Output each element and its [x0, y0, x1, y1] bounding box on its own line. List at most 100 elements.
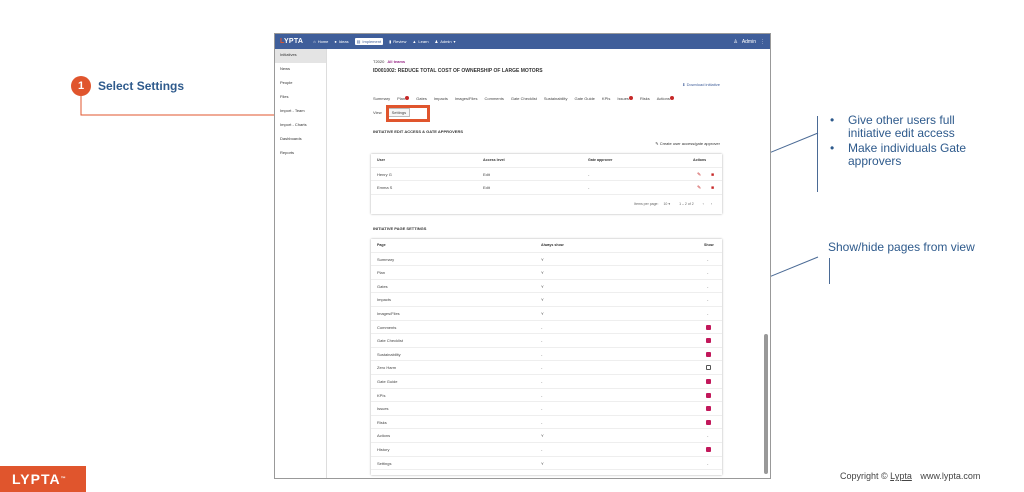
app-logo: LYPTA	[280, 38, 304, 45]
paginator: Items per page: 10 ▾ 1 – 2 of 2 ‹ ›	[634, 202, 712, 206]
table-row: Impacts Y -	[371, 293, 722, 307]
prev-page-icon[interactable]: ‹	[703, 202, 704, 206]
tab-sustainability[interactable]: Sustainability	[544, 96, 568, 101]
table-row: Sustainability -	[371, 348, 722, 362]
show-checkbox[interactable]	[706, 392, 711, 398]
sidebar-item-files[interactable]: Files	[275, 91, 326, 105]
show-checkbox[interactable]	[706, 338, 711, 344]
company-link[interactable]: Lypta	[890, 471, 912, 481]
cell-access: Edit	[483, 171, 490, 177]
cell-page: Risks	[377, 419, 387, 425]
sidebar-item-reports[interactable]: Reports	[275, 147, 326, 161]
page-size-select[interactable]: 10	[663, 202, 667, 206]
tab-issues[interactable]: Issues	[617, 96, 633, 101]
show-checkbox[interactable]	[706, 419, 711, 425]
tab-gate-guide[interactable]: Gate Guide	[574, 96, 594, 101]
cell-always-show: Y	[541, 460, 544, 466]
table-row: Plan Y -	[371, 266, 722, 280]
cell-page: Issues	[377, 406, 389, 412]
show-checkbox[interactable]	[706, 446, 711, 452]
table-row: Henry G Edit - ✎ ■	[371, 168, 722, 182]
settings-highlight-box	[386, 105, 430, 122]
cell-page: Summary	[377, 256, 395, 262]
trademark: ™	[60, 476, 67, 482]
more-vert-icon[interactable]: ⋮	[760, 39, 765, 45]
cell-always-show: -	[541, 406, 543, 412]
cell-page: Gate Guide	[377, 378, 398, 384]
footer-logo-text: LYPTA	[12, 471, 61, 487]
show-checkbox[interactable]	[706, 365, 711, 371]
col-user: User	[377, 158, 385, 162]
sidebar-item-people[interactable]: People	[275, 77, 326, 91]
nav-learn[interactable]: ▲ Learn	[412, 39, 428, 44]
nav-home[interactable]: ⌂ Home	[313, 39, 328, 44]
tab-images-files[interactable]: Images/Files	[455, 96, 478, 101]
edit-icon[interactable]: ✎	[697, 172, 701, 178]
people-icon: ♟	[434, 39, 439, 44]
show-checkbox[interactable]	[706, 406, 711, 412]
table-header: User Access level Gate approver Actions	[371, 154, 722, 168]
tab-gate-checklist[interactable]: Gate Checklist	[511, 96, 537, 101]
create-access-link[interactable]: ✎ Create user access/gate approver	[655, 141, 720, 146]
delete-icon[interactable]: ■	[711, 172, 714, 178]
cell-always-show: -	[541, 338, 543, 344]
top-navigation-bar: LYPTA ⌂ Home ● Ideas ▤ Implement ▮ Review ▲ L…	[275, 34, 770, 49]
website-link[interactable]: www.lypta.com	[920, 471, 980, 481]
initiative-tabs: Summary Plan Gates Impacts Images/Files …	[373, 96, 674, 101]
bracket-line	[817, 116, 818, 192]
cell-access: Edit	[483, 185, 490, 191]
sidebar-item-initiatives[interactable]: Initiatives	[275, 49, 326, 63]
access-table: User Access level Gate approver Actions …	[371, 154, 722, 214]
sidebar-item-news[interactable]: News	[275, 63, 326, 77]
table-row: Settings Y -	[371, 457, 722, 471]
show-checkbox[interactable]	[706, 378, 711, 384]
table-row: KPIs -	[371, 389, 722, 403]
lightbulb-icon: ●	[334, 39, 337, 44]
tab-risks[interactable]: Risks	[640, 96, 650, 101]
user-name: Admin	[741, 38, 756, 45]
sidebar-item-dashboards[interactable]: Dashboards	[275, 133, 326, 147]
next-page-icon[interactable]: ›	[711, 202, 712, 206]
cell-page: Gates	[377, 283, 388, 289]
nav-ideas[interactable]: ● Ideas	[334, 39, 348, 44]
nav-review[interactable]: ▮ Review	[389, 39, 406, 44]
subtab-view[interactable]: View	[373, 110, 382, 117]
tab-actions[interactable]: Actions	[657, 96, 674, 101]
tab-impacts[interactable]: Impacts	[434, 96, 448, 101]
cell-show: -	[707, 283, 709, 289]
step-label: Select Settings	[98, 79, 185, 93]
cell-approver: -	[588, 185, 590, 191]
table-row: Comments -	[371, 321, 722, 335]
col-actions: Actions	[693, 158, 707, 162]
nav-label: Implement	[362, 39, 382, 44]
edit-icon[interactable]: ✎	[697, 185, 701, 191]
show-checkbox[interactable]	[706, 324, 711, 330]
cell-always-show: -	[541, 392, 543, 398]
cell-page: Plan	[377, 270, 386, 276]
nav-admin[interactable]: ♟ Admin ▾	[435, 39, 456, 44]
tab-kpis[interactable]: KPIs	[602, 96, 610, 101]
show-checkbox[interactable]	[706, 351, 711, 357]
breadcrumb-team: T2020	[373, 59, 385, 64]
all-teams-link[interactable]: All teams	[387, 59, 405, 64]
tab-gates[interactable]: Gates	[416, 96, 427, 101]
vertical-scrollbar[interactable]	[764, 334, 768, 474]
tab-plan[interactable]: Plan	[397, 96, 410, 101]
cell-always-show: Y	[541, 310, 544, 316]
sidebar-item-import-charts[interactable]: Import - Charts	[275, 119, 326, 133]
user-menu[interactable]: ♙ Admin ⋮	[733, 39, 765, 45]
delete-icon[interactable]: ■	[711, 185, 714, 191]
cell-show: -	[707, 433, 709, 439]
nav-label: Admin	[440, 39, 452, 44]
cell-page: Gate Checklist	[377, 338, 404, 344]
cell-always-show: -	[541, 365, 543, 371]
download-initiative-link[interactable]: ⬇ Download initiative	[682, 82, 720, 87]
cell-page: Actions	[377, 433, 391, 439]
tab-summary[interactable]: Summary	[373, 96, 390, 101]
sidebar-item-import-team[interactable]: Import - Team	[275, 105, 326, 119]
slide: 1 Select Settings LYPTA ⌂ Home ● Ideas ▤ Im…	[0, 0, 1024, 492]
nav-implement[interactable]: ▤ Implement	[354, 38, 384, 45]
footer-logo: LYPTA ™	[0, 466, 86, 492]
page-settings-table: Page Always show Show Summary Y - Plan Y - Gat…	[371, 239, 722, 475]
tab-comments[interactable]: Comments	[485, 96, 504, 101]
